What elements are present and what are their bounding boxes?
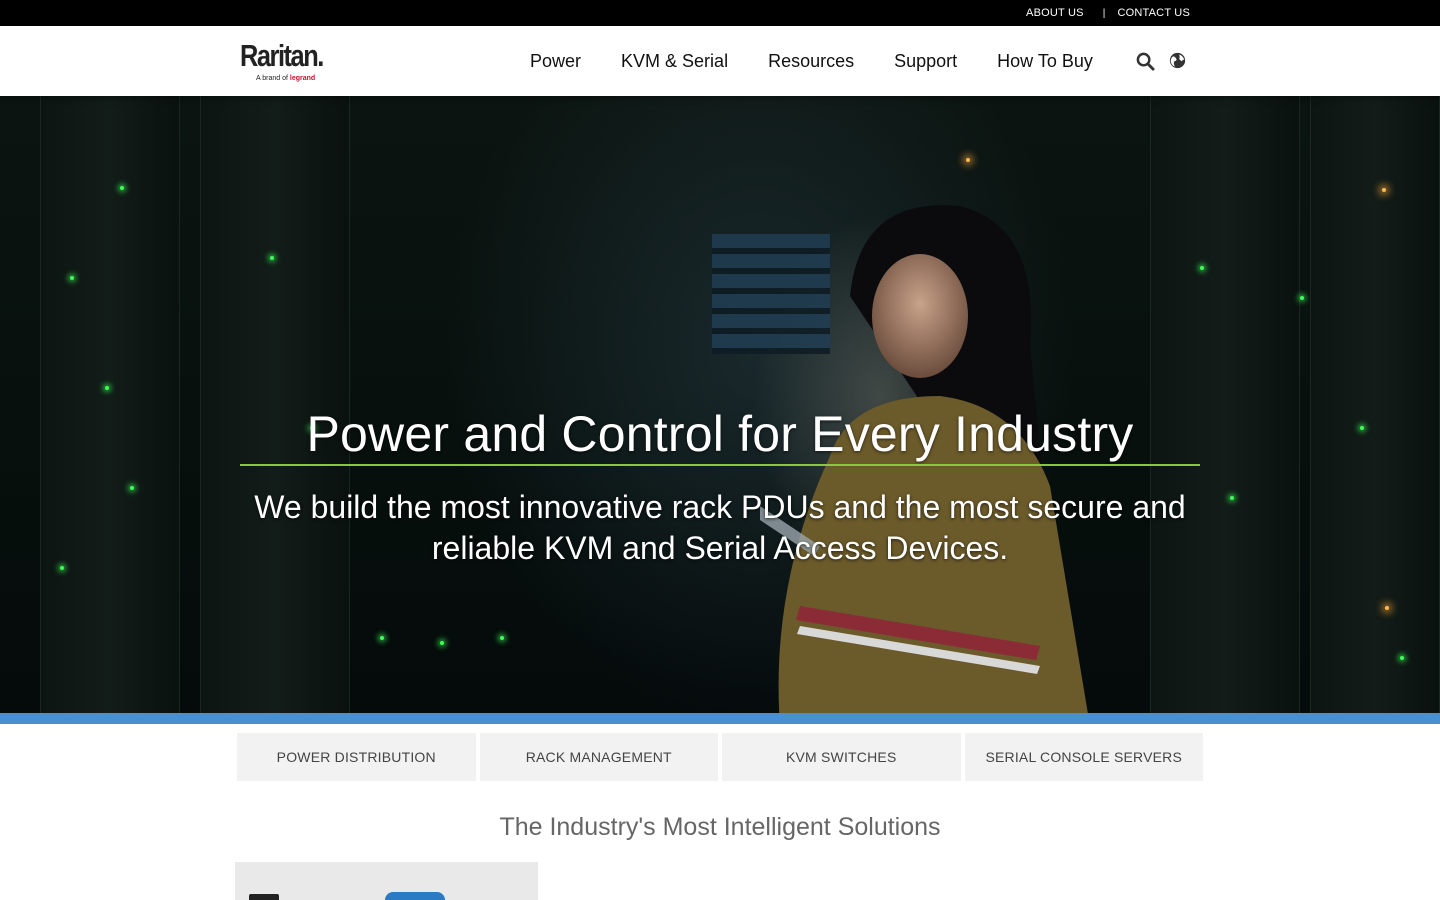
nav-item-kvm-serial[interactable]: KVM & Serial xyxy=(601,51,748,72)
rack-led xyxy=(500,636,504,640)
rack-led xyxy=(440,641,444,645)
hero-subtitle: We build the most innovative rack PDUs a… xyxy=(254,489,1186,566)
product-image-part xyxy=(249,894,279,900)
logo-wordmark: Raritan. xyxy=(240,38,324,73)
rack-led xyxy=(1360,426,1364,430)
logo-brand-name: legrand xyxy=(289,75,316,82)
contact-us-link[interactable]: CONTACT US xyxy=(1118,7,1191,19)
rack-led xyxy=(1400,656,1404,660)
rack-led xyxy=(270,256,274,260)
product-image-part xyxy=(385,892,445,900)
tab-serial-console-servers[interactable]: SERIAL CONSOLE SERVERS xyxy=(964,733,1203,781)
server-rack-right xyxy=(1150,96,1300,713)
section-title: The Industry's Most Intelligent Solution… xyxy=(499,813,941,841)
server-rack-left-2 xyxy=(200,96,350,713)
search-icon[interactable] xyxy=(1136,52,1155,71)
logo-brand-prefix: A brand of xyxy=(256,75,288,82)
nav-item-power[interactable]: Power xyxy=(510,51,601,72)
nav-icons xyxy=(1136,52,1186,71)
rack-led xyxy=(380,636,384,640)
hero-title: Power and Control for Every Industry xyxy=(306,406,1134,462)
nav-item-support[interactable]: Support xyxy=(874,51,977,72)
utility-separator: | xyxy=(1102,7,1106,19)
server-rack-right-2 xyxy=(1310,96,1440,713)
about-us-link[interactable]: ABOUT US xyxy=(1026,7,1084,19)
rack-led-amber xyxy=(1385,606,1389,610)
category-tabs: POWER DISTRIBUTION RACK MANAGEMENT KVM S… xyxy=(237,733,1203,781)
tab-rack-management[interactable]: RACK MANAGEMENT xyxy=(479,733,718,781)
logo-brand-line: A brand of legrand xyxy=(256,75,315,82)
rack-led xyxy=(60,566,64,570)
tab-kvm-switches[interactable]: KVM SWITCHES xyxy=(722,733,961,781)
product-card[interactable] xyxy=(235,862,538,900)
utility-bar: ABOUT US | CONTACT US xyxy=(0,0,1440,26)
rack-led xyxy=(70,276,74,280)
site-header: Raritan. A brand of legrand Power KVM & … xyxy=(0,26,1440,96)
raritan-logo[interactable]: Raritan. A brand of legrand xyxy=(240,40,340,86)
tab-power-distribution[interactable]: POWER DISTRIBUTION xyxy=(237,733,476,781)
hero-accent-bar xyxy=(0,713,1440,724)
rack-led xyxy=(120,186,124,190)
main-nav: Power KVM & Serial Resources Support How… xyxy=(510,26,1113,96)
rack-led xyxy=(1230,496,1234,500)
server-rack-left xyxy=(40,96,180,713)
rack-led xyxy=(1300,296,1304,300)
rack-led xyxy=(130,486,134,490)
rack-led-amber xyxy=(1382,188,1386,192)
hero-divider xyxy=(240,464,1200,466)
globe-icon[interactable] xyxy=(1169,52,1186,71)
rack-led xyxy=(105,386,109,390)
rack-led xyxy=(1200,266,1204,270)
utility-links: ABOUT US | CONTACT US xyxy=(1026,0,1190,26)
rack-led-amber xyxy=(966,158,970,162)
nav-item-how-to-buy[interactable]: How To Buy xyxy=(977,51,1113,72)
nav-item-resources[interactable]: Resources xyxy=(748,51,874,72)
hero-banner: Power and Control for Every Industry We … xyxy=(0,96,1440,713)
